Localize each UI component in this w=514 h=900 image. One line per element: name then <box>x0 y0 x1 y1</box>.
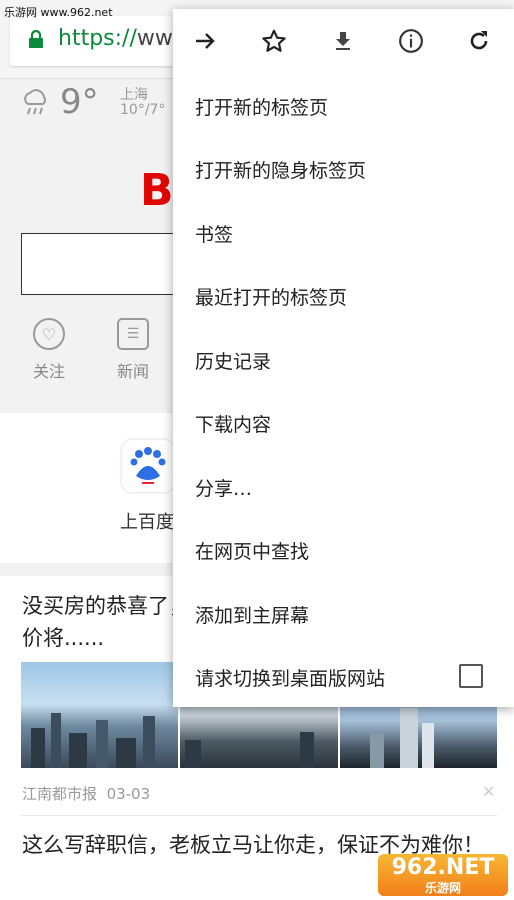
source-date: 03-03 <box>106 785 151 803</box>
weather-city: 上海 <box>120 87 148 103</box>
quick-link-label: 新闻 <box>116 362 149 381</box>
menu-item-bookmarks[interactable]: 书签 <box>195 220 233 247</box>
menu-item-recent-tabs[interactable]: 最近打开的标签页 <box>195 283 347 310</box>
menu-item-downloads[interactable]: 下载内容 <box>195 410 271 437</box>
watermark-logo-sub: 乐游网 <box>424 881 461 895</box>
cloud-rain-icon <box>20 88 50 122</box>
desktop-site-checkbox[interactable] <box>459 664 483 688</box>
close-icon[interactable]: ✕ <box>482 782 495 801</box>
lock-icon <box>28 29 44 48</box>
overflow-menu: 打开新的标签页 打开新的隐身标签页 书签 最近打开的标签页 历史记录 下载内容 … <box>173 9 514 707</box>
refresh-icon[interactable] <box>463 25 495 57</box>
news-source: 江南都市报 03-03 <box>22 783 150 804</box>
quick-link-label: 关注 <box>32 362 65 381</box>
news-icon: ☰ <box>117 318 149 350</box>
baidu-logo: B <box>140 165 174 216</box>
app-label: 上百度 <box>120 512 174 533</box>
source-name: 江南都市报 <box>22 785 98 803</box>
watermark-logo: 962.NET 乐游网 <box>378 854 508 896</box>
url-scheme: https:// <box>58 26 137 51</box>
info-icon[interactable] <box>395 25 427 57</box>
watermark-logo-main: 962.NET <box>391 855 495 880</box>
menu-item-share[interactable]: 分享… <box>195 474 252 501</box>
menu-item-history[interactable]: 历史记录 <box>195 347 271 374</box>
download-icon[interactable] <box>327 25 359 57</box>
watermark-text: 乐游网 www.962.net <box>4 6 113 19</box>
baidu-app-icon[interactable] <box>122 440 174 492</box>
divider <box>21 815 497 816</box>
menu-item-add-to-home[interactable]: 添加到主屏幕 <box>195 601 309 628</box>
url-text: https://www <box>58 26 191 51</box>
menu-item-new-tab[interactable]: 打开新的标签页 <box>195 93 328 120</box>
quick-link-follow[interactable]: ♡ 关注 <box>19 318 79 382</box>
weather-range: 10°/7° <box>120 102 166 118</box>
star-icon[interactable] <box>258 25 290 57</box>
temperature: 9° <box>60 82 99 122</box>
menu-item-new-incognito-tab[interactable]: 打开新的隐身标签页 <box>195 156 366 183</box>
menu-item-request-desktop[interactable]: 请求切换到桌面版网站 <box>195 664 385 691</box>
heart-icon: ♡ <box>33 318 65 350</box>
menu-toolbar <box>173 9 514 73</box>
quick-link-news[interactable]: ☰ 新闻 <box>103 318 163 382</box>
news-image <box>21 662 179 768</box>
menu-item-find-in-page[interactable]: 在网页中查找 <box>195 537 309 564</box>
forward-icon[interactable] <box>189 25 221 57</box>
